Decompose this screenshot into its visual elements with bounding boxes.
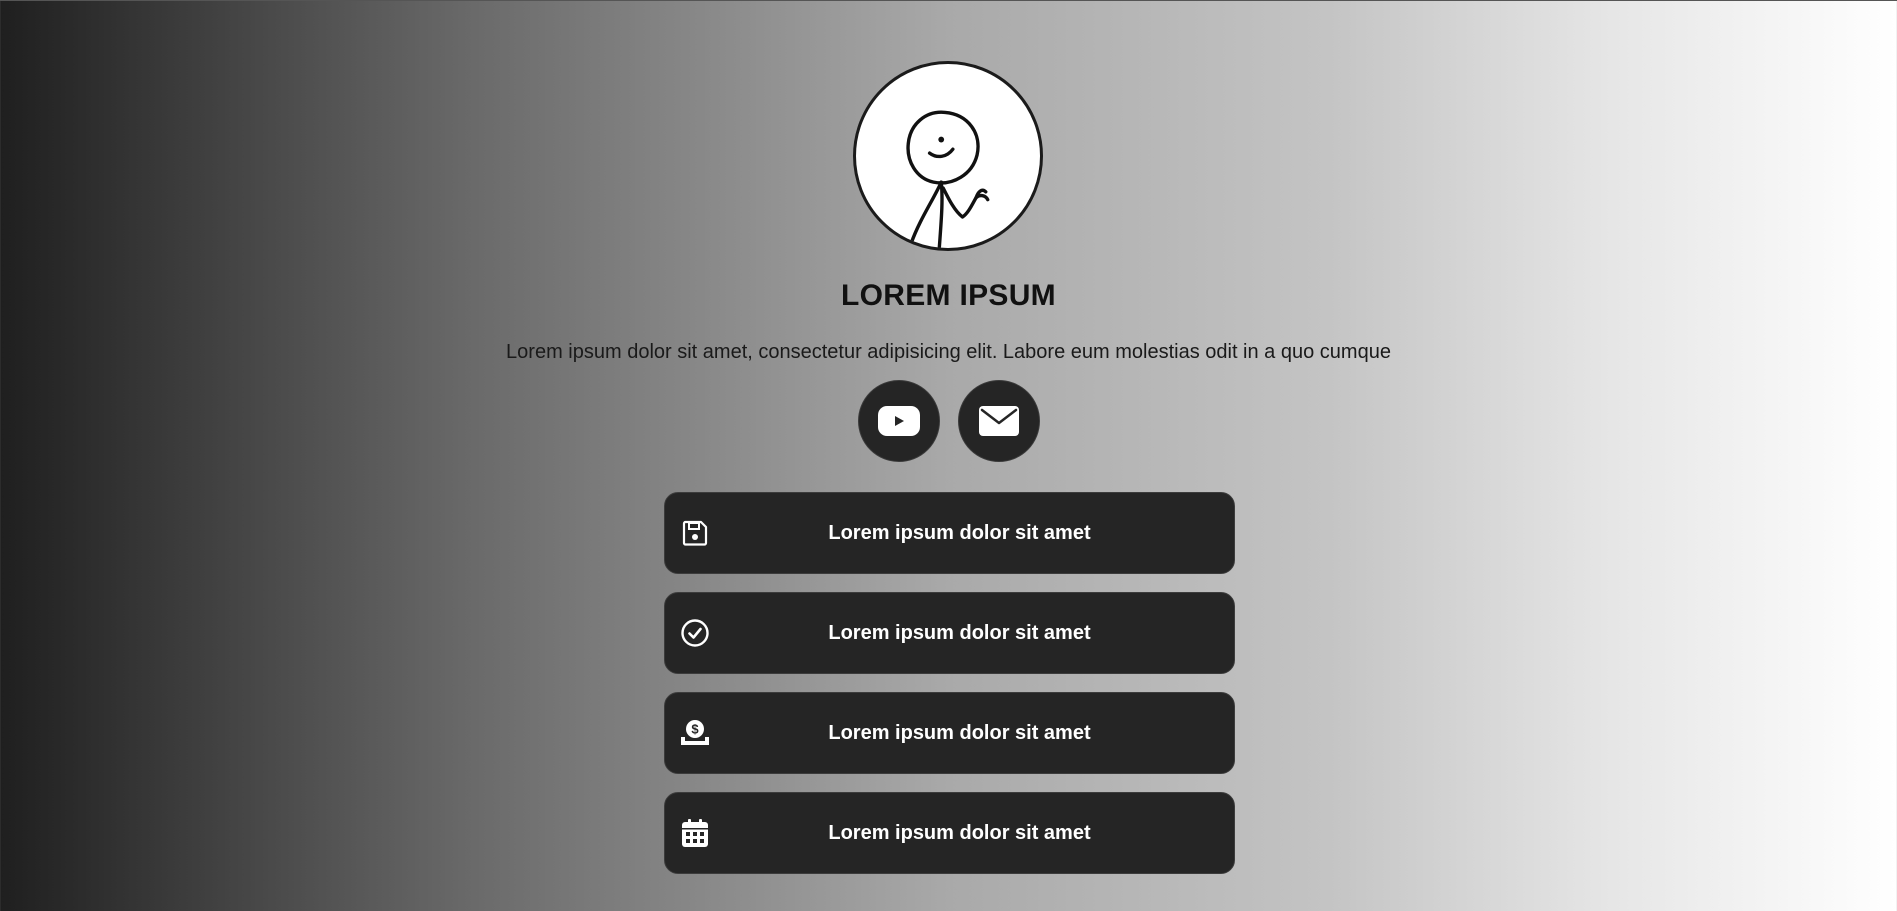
- profile-page: LOREM IPSUM Lorem ipsum dolor sit amet, …: [0, 1, 1897, 911]
- link-button[interactable]: Lorem ipsum dolor sit amet: [664, 592, 1235, 674]
- youtube-icon: [878, 406, 920, 436]
- check-circle-icon: [679, 617, 711, 649]
- svg-text:$: $: [691, 722, 699, 737]
- floppy-disk-icon: [679, 517, 711, 549]
- money-hand-icon: $: [679, 717, 711, 749]
- page-title: LOREM IPSUM: [841, 279, 1056, 312]
- link-list: Lorem ipsum dolor sit amet Lorem ipsum d…: [664, 492, 1235, 892]
- calendar-icon: [679, 817, 711, 849]
- bio-text: Lorem ipsum dolor sit amet, consectetur …: [506, 341, 1391, 363]
- link-label: Lorem ipsum dolor sit amet: [828, 721, 1091, 744]
- envelope-icon: [979, 406, 1019, 436]
- link-button[interactable]: Lorem ipsum dolor sit amet: [664, 792, 1235, 874]
- stick-figure-illustration: [906, 110, 990, 248]
- avatar: [853, 61, 1043, 251]
- link-label: Lorem ipsum dolor sit amet: [828, 521, 1091, 544]
- email-button[interactable]: [958, 380, 1040, 462]
- social-links: [858, 380, 1040, 462]
- link-label: Lorem ipsum dolor sit amet: [828, 821, 1091, 844]
- link-button[interactable]: $ Lorem ipsum dolor sit amet: [664, 692, 1235, 774]
- link-button[interactable]: Lorem ipsum dolor sit amet: [664, 492, 1235, 574]
- youtube-button[interactable]: [858, 380, 940, 462]
- link-label: Lorem ipsum dolor sit amet: [828, 621, 1091, 644]
